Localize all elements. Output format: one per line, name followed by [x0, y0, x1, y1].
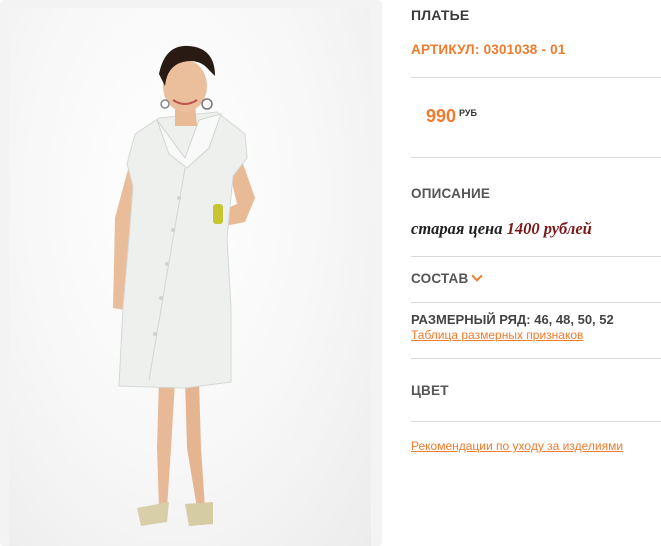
product-title: ПЛАТЬЕ — [411, 7, 470, 23]
divider — [411, 77, 661, 78]
size-range-values: 46, 48, 50, 52 — [534, 312, 614, 327]
composition-toggle[interactable]: СОСТАВ — [411, 270, 484, 286]
size-table-link[interactable]: Таблица размерных признаков — [411, 328, 583, 342]
product-details-panel: ПЛАТЬЕ АРТИКУЛ: 0301038 - 01 990 РУБ ОПИСА… — [411, 0, 661, 546]
care-recommendations-link[interactable]: Рекомендации по уходу за изделиями — [411, 439, 623, 453]
product-photo[interactable] — [9, 8, 371, 546]
old-price: старая цена 1400 рублей — [411, 219, 592, 239]
sku-value: 0301038 - 01 — [483, 42, 566, 57]
divider — [411, 256, 661, 257]
product-sku: АРТИКУЛ: 0301038 - 01 — [411, 42, 566, 57]
divider — [411, 421, 661, 422]
color-heading: ЦВЕТ — [411, 383, 449, 398]
price-currency: РУБ — [459, 108, 477, 118]
product-image-frame — [0, 0, 382, 546]
divider — [411, 157, 661, 158]
description-heading: ОПИСАНИЕ — [411, 186, 491, 201]
size-range: РАЗМЕРНЫЙ РЯД: 46, 48, 50, 52 — [411, 312, 614, 327]
old-price-label: старая цена — [411, 219, 503, 238]
price-amount: 990 — [426, 106, 457, 126]
size-range-label: РАЗМЕРНЫЙ РЯД: — [411, 312, 531, 327]
model-in-dress-illustration — [113, 45, 255, 526]
chevron-down-icon — [471, 270, 484, 282]
price: 990 РУБ — [426, 106, 477, 127]
divider — [411, 302, 661, 303]
composition-label: СОСТАВ — [411, 271, 469, 286]
old-price-value: 1400 рублей — [506, 219, 592, 238]
sku-label: АРТИКУЛ: — [411, 42, 480, 57]
divider — [411, 358, 661, 359]
